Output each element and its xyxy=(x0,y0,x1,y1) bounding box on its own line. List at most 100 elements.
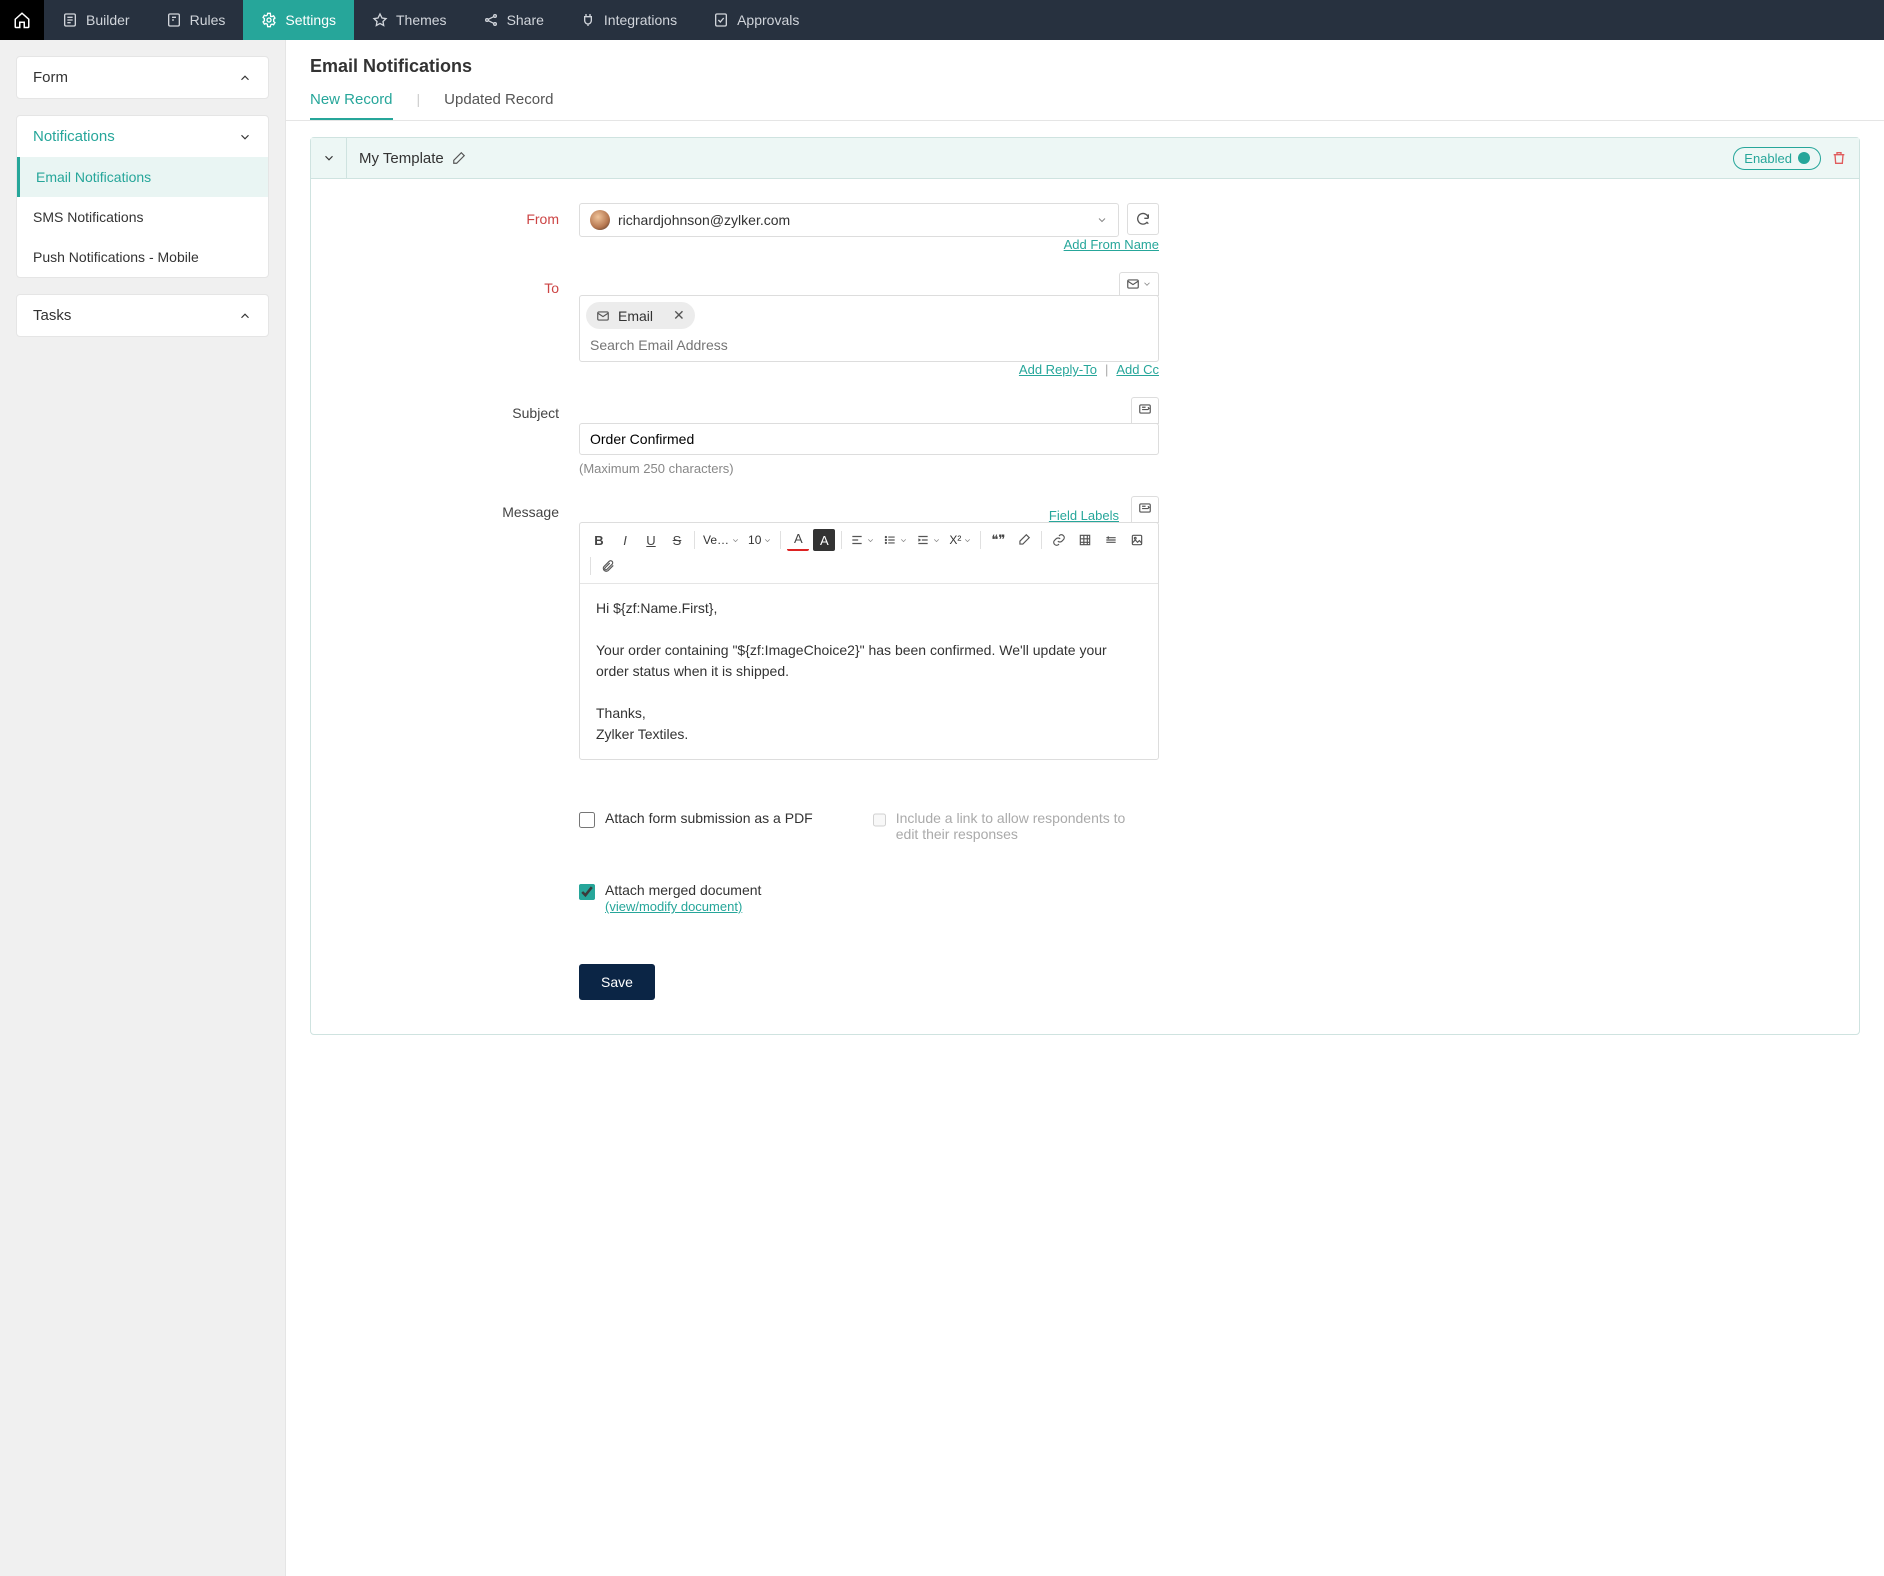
message-insert-field-button[interactable] xyxy=(1131,496,1159,523)
chevron-down-icon xyxy=(238,130,252,144)
sidebar-item-sms-notifications[interactable]: SMS Notifications xyxy=(17,197,268,237)
table-button[interactable] xyxy=(1074,529,1096,551)
tab-updated-record[interactable]: Updated Record xyxy=(444,85,553,120)
font-family-dropdown[interactable]: Ve… xyxy=(701,533,742,547)
editor-toolbar: B I U S Ve… 10 A A xyxy=(580,523,1158,584)
include-link-checkbox xyxy=(873,812,886,828)
chevron-down-icon xyxy=(963,536,972,545)
to-input-box[interactable]: Email ✕ xyxy=(579,295,1159,362)
chevron-down-icon xyxy=(731,536,740,545)
to-label: To xyxy=(339,272,579,296)
to-search-input[interactable] xyxy=(586,329,1152,355)
delete-icon[interactable] xyxy=(1831,150,1847,166)
sidebar-item-email-notifications[interactable]: Email Notifications xyxy=(17,157,268,197)
message-body[interactable]: Hi ${zf:Name.First}, Your order containi… xyxy=(580,584,1158,759)
hr-icon xyxy=(1104,533,1118,547)
chevron-up-icon xyxy=(238,71,252,85)
nav-builder[interactable]: Builder xyxy=(44,0,148,40)
save-button[interactable]: Save xyxy=(579,964,655,1000)
superscript-dropdown[interactable]: X² xyxy=(947,533,974,547)
approvals-icon xyxy=(713,12,729,28)
align-icon xyxy=(850,533,864,547)
envelope-icon xyxy=(1126,277,1140,291)
underline-button[interactable]: U xyxy=(640,529,662,551)
indent-dropdown[interactable] xyxy=(914,533,943,547)
clear-format-button[interactable] xyxy=(1013,529,1035,551)
nav-rules[interactable]: Rules xyxy=(148,0,244,40)
chevron-down-icon xyxy=(1142,279,1152,289)
nav-label: Share xyxy=(507,12,544,28)
option-label: Attach merged document xyxy=(605,882,761,898)
option-include-link: Include a link to allow respondents to e… xyxy=(873,810,1133,842)
template-collapse-toggle[interactable] xyxy=(311,138,347,178)
add-reply-to-link[interactable]: Add Reply-To xyxy=(1019,362,1097,377)
nav-themes[interactable]: Themes xyxy=(354,0,465,40)
chevron-down-icon xyxy=(932,536,941,545)
enabled-toggle[interactable]: Enabled xyxy=(1733,147,1821,170)
from-value: richardjohnson@zylker.com xyxy=(618,212,1088,228)
sidebar-section-label: Tasks xyxy=(33,307,71,324)
subject-insert-field-button[interactable] xyxy=(1131,397,1159,424)
font-size-dropdown[interactable]: 10 xyxy=(746,533,774,547)
message-editor: B I U S Ve… 10 A A xyxy=(579,522,1159,760)
to-chip-label: Email xyxy=(618,308,653,324)
link-button[interactable] xyxy=(1048,529,1070,551)
sidebar-item-push-notifications[interactable]: Push Notifications - Mobile xyxy=(17,237,268,277)
tab-separator: | xyxy=(417,91,421,115)
tabs: New Record | Updated Record xyxy=(286,77,1884,121)
sidebar-section-label: Notifications xyxy=(33,128,115,145)
align-dropdown[interactable] xyxy=(848,533,877,547)
option-attach-merged[interactable]: Attach merged document (view/modify docu… xyxy=(579,882,839,914)
attachment-button[interactable] xyxy=(597,555,619,577)
sidebar-section-notifications[interactable]: Notifications xyxy=(17,116,268,157)
edit-icon[interactable] xyxy=(452,151,466,165)
subject-input[interactable] xyxy=(579,423,1159,455)
from-select[interactable]: richardjohnson@zylker.com xyxy=(579,203,1119,237)
bg-color-button[interactable]: A xyxy=(813,529,835,551)
page-title: Email Notifications xyxy=(286,52,1884,77)
insert-field-icon xyxy=(1138,402,1152,416)
enabled-label: Enabled xyxy=(1744,151,1792,166)
remove-chip-icon[interactable]: ✕ xyxy=(673,307,685,324)
tab-new-record[interactable]: New Record xyxy=(310,85,393,120)
sidebar-section-form[interactable]: Form xyxy=(17,57,268,98)
bold-button[interactable]: B xyxy=(588,529,610,551)
chevron-down-icon xyxy=(899,536,908,545)
view-modify-document-link[interactable]: (view/modify document) xyxy=(605,899,742,914)
chevron-down-icon xyxy=(763,536,772,545)
link-icon xyxy=(1052,533,1066,547)
add-from-name-link[interactable]: Add From Name xyxy=(1064,237,1159,252)
paperclip-icon xyxy=(601,559,615,573)
image-icon xyxy=(1130,533,1144,547)
font-color-button[interactable]: A xyxy=(787,529,809,551)
sidebar-section-tasks[interactable]: Tasks xyxy=(17,295,268,336)
refresh-from-button[interactable] xyxy=(1127,203,1159,235)
subject-hint: (Maximum 250 characters) xyxy=(579,461,1159,476)
list-dropdown[interactable] xyxy=(881,533,910,547)
attach-merged-checkbox[interactable] xyxy=(579,884,595,900)
option-attach-pdf[interactable]: Attach form submission as a PDF xyxy=(579,810,813,842)
subject-label: Subject xyxy=(339,397,579,421)
home-icon xyxy=(13,11,31,29)
hr-button[interactable] xyxy=(1100,529,1122,551)
nav-settings[interactable]: Settings xyxy=(243,0,354,40)
quote-button[interactable]: ❝❞ xyxy=(987,529,1009,551)
attach-pdf-checkbox[interactable] xyxy=(579,812,595,828)
strikethrough-button[interactable]: S xyxy=(666,529,688,551)
avatar xyxy=(590,210,610,230)
chevron-down-icon xyxy=(322,151,336,165)
nav-integrations[interactable]: Integrations xyxy=(562,0,695,40)
field-labels-link[interactable]: Field Labels xyxy=(1049,508,1119,523)
to-type-dropdown[interactable] xyxy=(1119,272,1159,296)
home-button[interactable] xyxy=(0,0,44,40)
themes-icon xyxy=(372,12,388,28)
add-cc-link[interactable]: Add Cc xyxy=(1116,362,1159,377)
integrations-icon xyxy=(580,12,596,28)
italic-button[interactable]: I xyxy=(614,529,636,551)
nav-share[interactable]: Share xyxy=(465,0,562,40)
image-button[interactable] xyxy=(1126,529,1148,551)
nav-label: Integrations xyxy=(604,12,677,28)
nav-approvals[interactable]: Approvals xyxy=(695,0,817,40)
nav-label: Approvals xyxy=(737,12,799,28)
to-chip-email: Email ✕ xyxy=(586,302,695,329)
